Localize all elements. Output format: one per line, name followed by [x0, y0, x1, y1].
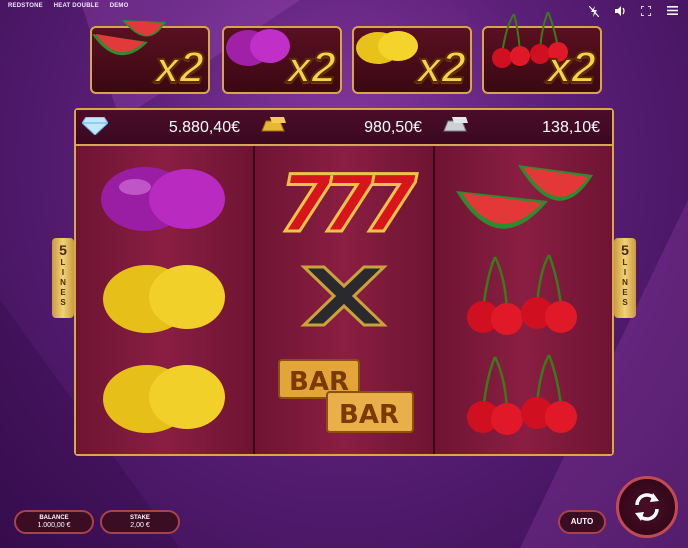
symbol-seven: 777 [255, 146, 432, 246]
lines-word: LINES [622, 258, 628, 307]
watermelon-icon [456, 165, 594, 229]
jackpot-silver: 138,10€ [436, 110, 608, 144]
cherry-icon [467, 254, 578, 335]
spin-button[interactable] [616, 476, 678, 538]
lightning-off-icon[interactable] [588, 5, 600, 18]
x-icon [300, 265, 388, 327]
lines-indicator-left: 5 LINES [52, 238, 74, 318]
lemon-icon [102, 365, 225, 433]
stake-value: 2,00 € [130, 522, 150, 529]
fullscreen-icon[interactable] [640, 5, 652, 18]
stake-label: STAKE [130, 515, 150, 521]
diamond-icon [82, 117, 108, 135]
slot-machine: 5.880,40€ 980,50€ 138,10€ 7 7 7 BAR BAR [74, 108, 614, 456]
multiplier-lemon: x2 [352, 26, 472, 94]
symbol-cherry [435, 246, 612, 346]
balance-display[interactable]: BALANCE 1.000,00 € [14, 510, 94, 534]
silver-bar-icon [443, 117, 468, 132]
symbol-plum [76, 146, 253, 246]
reel-1 [76, 146, 256, 454]
menu-icon[interactable] [666, 6, 678, 18]
plum-icon [100, 167, 225, 231]
multiplier-label: x2 [416, 43, 467, 92]
brand-text: REDSTONE HEAT DOUBLE DEMO [8, 3, 138, 9]
jackpot-value: 980,50€ [364, 119, 422, 136]
lemon-icon [102, 265, 225, 333]
multiplier-cherry: x2 [482, 12, 602, 94]
multiplier-watermelon: x2 [90, 20, 210, 94]
balance-value: 1.000,00 € [37, 522, 71, 529]
jackpot-value: 5.880,40€ [168, 119, 240, 136]
reel-3 [434, 146, 612, 454]
symbol-lemon [76, 346, 253, 446]
jackpot-bar: 5.880,40€ 980,50€ 138,10€ [76, 110, 612, 146]
symbol-lemon [76, 246, 253, 346]
multiplier-label: x2 [546, 43, 597, 92]
reels: 777 BAR BAR [76, 146, 612, 454]
auto-button[interactable]: AUTO [558, 510, 606, 534]
lines-number: 5 [621, 242, 629, 258]
svg-text:7: 7 [363, 160, 418, 241]
spin-arrows-icon [635, 493, 659, 521]
gold-bar-icon [261, 117, 286, 132]
symbol-watermelon [435, 146, 612, 246]
mode-label: DEMO [109, 3, 129, 9]
lines-number: 5 [59, 242, 67, 258]
balance-label: BALANCE [39, 515, 69, 521]
jackpot-diamond: 5.880,40€ [76, 110, 248, 144]
stake-button[interactable]: STAKE 2,00 € [100, 510, 180, 534]
jackpot-value: 138,10€ [542, 119, 600, 136]
reel-2: 777 BAR BAR [255, 146, 435, 454]
multiplier-label: x2 [154, 43, 205, 92]
multiplier-plum: x2 [222, 26, 342, 94]
svg-text:BAR: BAR [339, 400, 399, 430]
bar-icon: BAR BAR [277, 359, 414, 433]
lines-indicator-right: 5 LINES [614, 238, 636, 318]
jackpot-gold: 980,50€ [254, 110, 430, 144]
multiplier-row: x2 x2 x2 x2 [90, 12, 602, 96]
symbol-bar: BAR BAR [255, 346, 432, 446]
symbol-cherry [435, 346, 612, 446]
lines-word: LINES [60, 258, 66, 307]
game-name: HEAT DOUBLE [53, 3, 99, 9]
multiplier-label: x2 [286, 43, 337, 92]
seven-icon: 777 [277, 159, 419, 242]
sound-icon[interactable] [614, 6, 626, 18]
brand-name: REDSTONE [8, 3, 43, 9]
cherry-icon [467, 354, 578, 435]
top-icons [588, 5, 678, 18]
symbol-x [255, 246, 432, 346]
